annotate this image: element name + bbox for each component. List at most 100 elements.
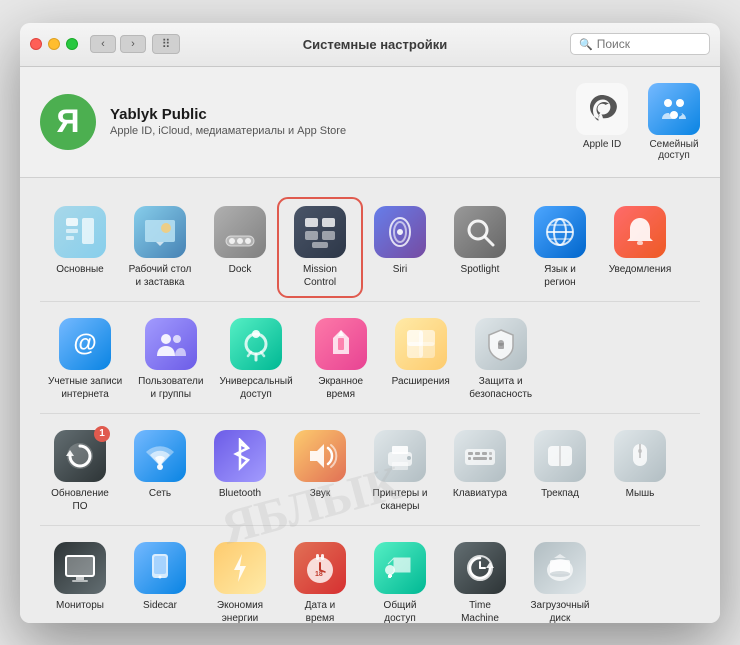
avatar[interactable]: Я	[40, 94, 96, 150]
trackpad-label: Трекпад	[541, 487, 579, 500]
bluetooth-label: Bluetooth	[219, 487, 261, 500]
icon-item-siri[interactable]: Siri	[360, 200, 440, 282]
minimize-button[interactable]	[48, 38, 60, 50]
icon-item-trackpad[interactable]: Трекпад	[520, 424, 600, 506]
icon-item-screen[interactable]: Экранноевремя	[301, 312, 381, 407]
update-badge: 1	[94, 426, 110, 442]
users-label: Пользователии группы	[138, 375, 203, 401]
profile-section: Я Yablyk Public Apple ID, iCloud, медиам…	[20, 67, 720, 178]
icon-item-network[interactable]: Сеть	[120, 424, 200, 506]
icon-item-printers[interactable]: Принтеры исканеры	[360, 424, 440, 519]
svg-text:18: 18	[315, 571, 323, 578]
search-input[interactable]	[597, 37, 701, 51]
profile-subtitle: Apple ID, iCloud, медиаматериалы и App S…	[110, 125, 346, 137]
sound-icon	[294, 430, 346, 482]
icon-item-access[interactable]: Универсальныйдоступ	[211, 312, 300, 407]
bluetooth-icon	[214, 430, 266, 482]
network-label: Сеть	[149, 487, 171, 500]
close-button[interactable]	[30, 38, 42, 50]
startup-icon	[534, 542, 586, 594]
search-icon: 🔍	[579, 38, 593, 51]
titlebar: ‹ › ⠿ Системные настройки 🔍	[20, 23, 720, 67]
spotlight-icon	[454, 206, 506, 258]
trackpad-icon	[534, 430, 586, 482]
osnov-label: Основные	[56, 263, 103, 276]
sharing-icon	[374, 542, 426, 594]
desktop-label: Рабочий столи заставка	[129, 263, 192, 289]
printers-icon	[374, 430, 426, 482]
icon-item-ext[interactable]: Расширения	[381, 312, 461, 394]
icon-item-datetime[interactable]: 18 Дата ивремя	[280, 536, 360, 623]
ext-icon	[395, 318, 447, 370]
profile-text: Yablyk Public Apple ID, iCloud, медиамат…	[110, 106, 346, 137]
timemachine-label: TimeMachine	[461, 599, 499, 623]
energy-label: Экономияэнергии	[217, 599, 263, 623]
icon-item-accounts[interactable]: @ Учетные записиинтернета	[40, 312, 130, 407]
search-box[interactable]: 🔍	[570, 33, 710, 55]
datetime-icon: 18	[294, 542, 346, 594]
family-icon-item[interactable]: Семейныйдоступ	[648, 83, 700, 161]
mission-icon	[294, 206, 346, 258]
monitors-icon	[54, 542, 106, 594]
network-icon	[134, 430, 186, 482]
icon-item-sharing[interactable]: Общийдоступ	[360, 536, 440, 623]
siri-label: Siri	[393, 263, 407, 276]
sharing-label: Общийдоступ	[384, 599, 417, 623]
ext-label: Расширения	[392, 375, 450, 388]
apple-id-label: Apple ID	[583, 139, 621, 150]
timemachine-icon	[454, 542, 506, 594]
icon-row-2: @ Учетные записиинтернета Пользователии …	[40, 306, 700, 414]
icon-item-sidecar[interactable]: Sidecar	[120, 536, 200, 618]
icon-item-mission[interactable]: MissionControl	[280, 200, 360, 295]
sidecar-label: Sidecar	[143, 599, 177, 612]
icon-item-timemachine[interactable]: TimeMachine	[440, 536, 520, 623]
lang-icon	[534, 206, 586, 258]
back-button[interactable]: ‹	[90, 35, 116, 53]
icon-item-dock[interactable]: Dock	[200, 200, 280, 282]
notif-label: Уведомления	[609, 263, 672, 276]
icon-item-desktop[interactable]: Рабочий столи заставка	[120, 200, 200, 295]
accounts-icon: @	[59, 318, 111, 370]
icon-item-security[interactable]: Защита ибезопасность	[461, 312, 541, 407]
screen-label: Экранноевремя	[318, 375, 363, 401]
icon-item-osnov[interactable]: Основные	[40, 200, 120, 282]
fullscreen-button[interactable]	[66, 38, 78, 50]
security-icon	[475, 318, 527, 370]
notif-icon	[614, 206, 666, 258]
mouse-icon	[614, 430, 666, 482]
icon-item-monitors[interactable]: Мониторы	[40, 536, 120, 618]
access-icon	[230, 318, 282, 370]
sound-label: Звук	[310, 487, 331, 500]
energy-icon	[214, 542, 266, 594]
icon-item-update[interactable]: 1 ОбновлениеПО	[40, 424, 120, 519]
icon-item-energy[interactable]: Экономияэнергии	[200, 536, 280, 623]
icon-item-sound[interactable]: Звук	[280, 424, 360, 506]
dock-icon	[214, 206, 266, 258]
family-icon	[648, 83, 700, 135]
icon-item-startup[interactable]: Загрузочныйдиск	[520, 536, 600, 623]
grid-view-button[interactable]: ⠿	[152, 34, 180, 54]
spotlight-label: Spotlight	[461, 263, 500, 276]
icon-item-bluetooth[interactable]: Bluetooth	[200, 424, 280, 506]
icon-item-lang[interactable]: Язык ирегион	[520, 200, 600, 295]
icon-item-keyboard[interactable]: Клавиатура	[440, 424, 520, 506]
icon-row-4: Мониторы Sidecar	[40, 530, 700, 623]
icon-row-3: 1 ОбновлениеПО Сеть	[40, 418, 700, 526]
icon-item-mouse[interactable]: Мышь	[600, 424, 680, 506]
update-icon: 1	[54, 430, 106, 482]
icon-item-users[interactable]: Пользователии группы	[130, 312, 211, 407]
icon-item-notif[interactable]: Уведомления	[600, 200, 680, 282]
grid-icon: ⠿	[162, 37, 171, 51]
nav-buttons: ‹ ›	[90, 35, 146, 53]
apple-id-icon-item[interactable]: Apple ID	[576, 83, 628, 161]
monitors-label: Мониторы	[56, 599, 104, 612]
dock-label: Dock	[229, 263, 252, 276]
sidecar-icon	[134, 542, 186, 594]
forward-button[interactable]: ›	[120, 35, 146, 53]
icon-item-spotlight[interactable]: Spotlight	[440, 200, 520, 282]
icon-grid: Основные Рабочий столи заставка	[40, 194, 700, 623]
access-label: Универсальныйдоступ	[219, 375, 292, 401]
screen-icon	[315, 318, 367, 370]
keyboard-label: Клавиатура	[453, 487, 507, 500]
apple-id-icon	[576, 83, 628, 135]
